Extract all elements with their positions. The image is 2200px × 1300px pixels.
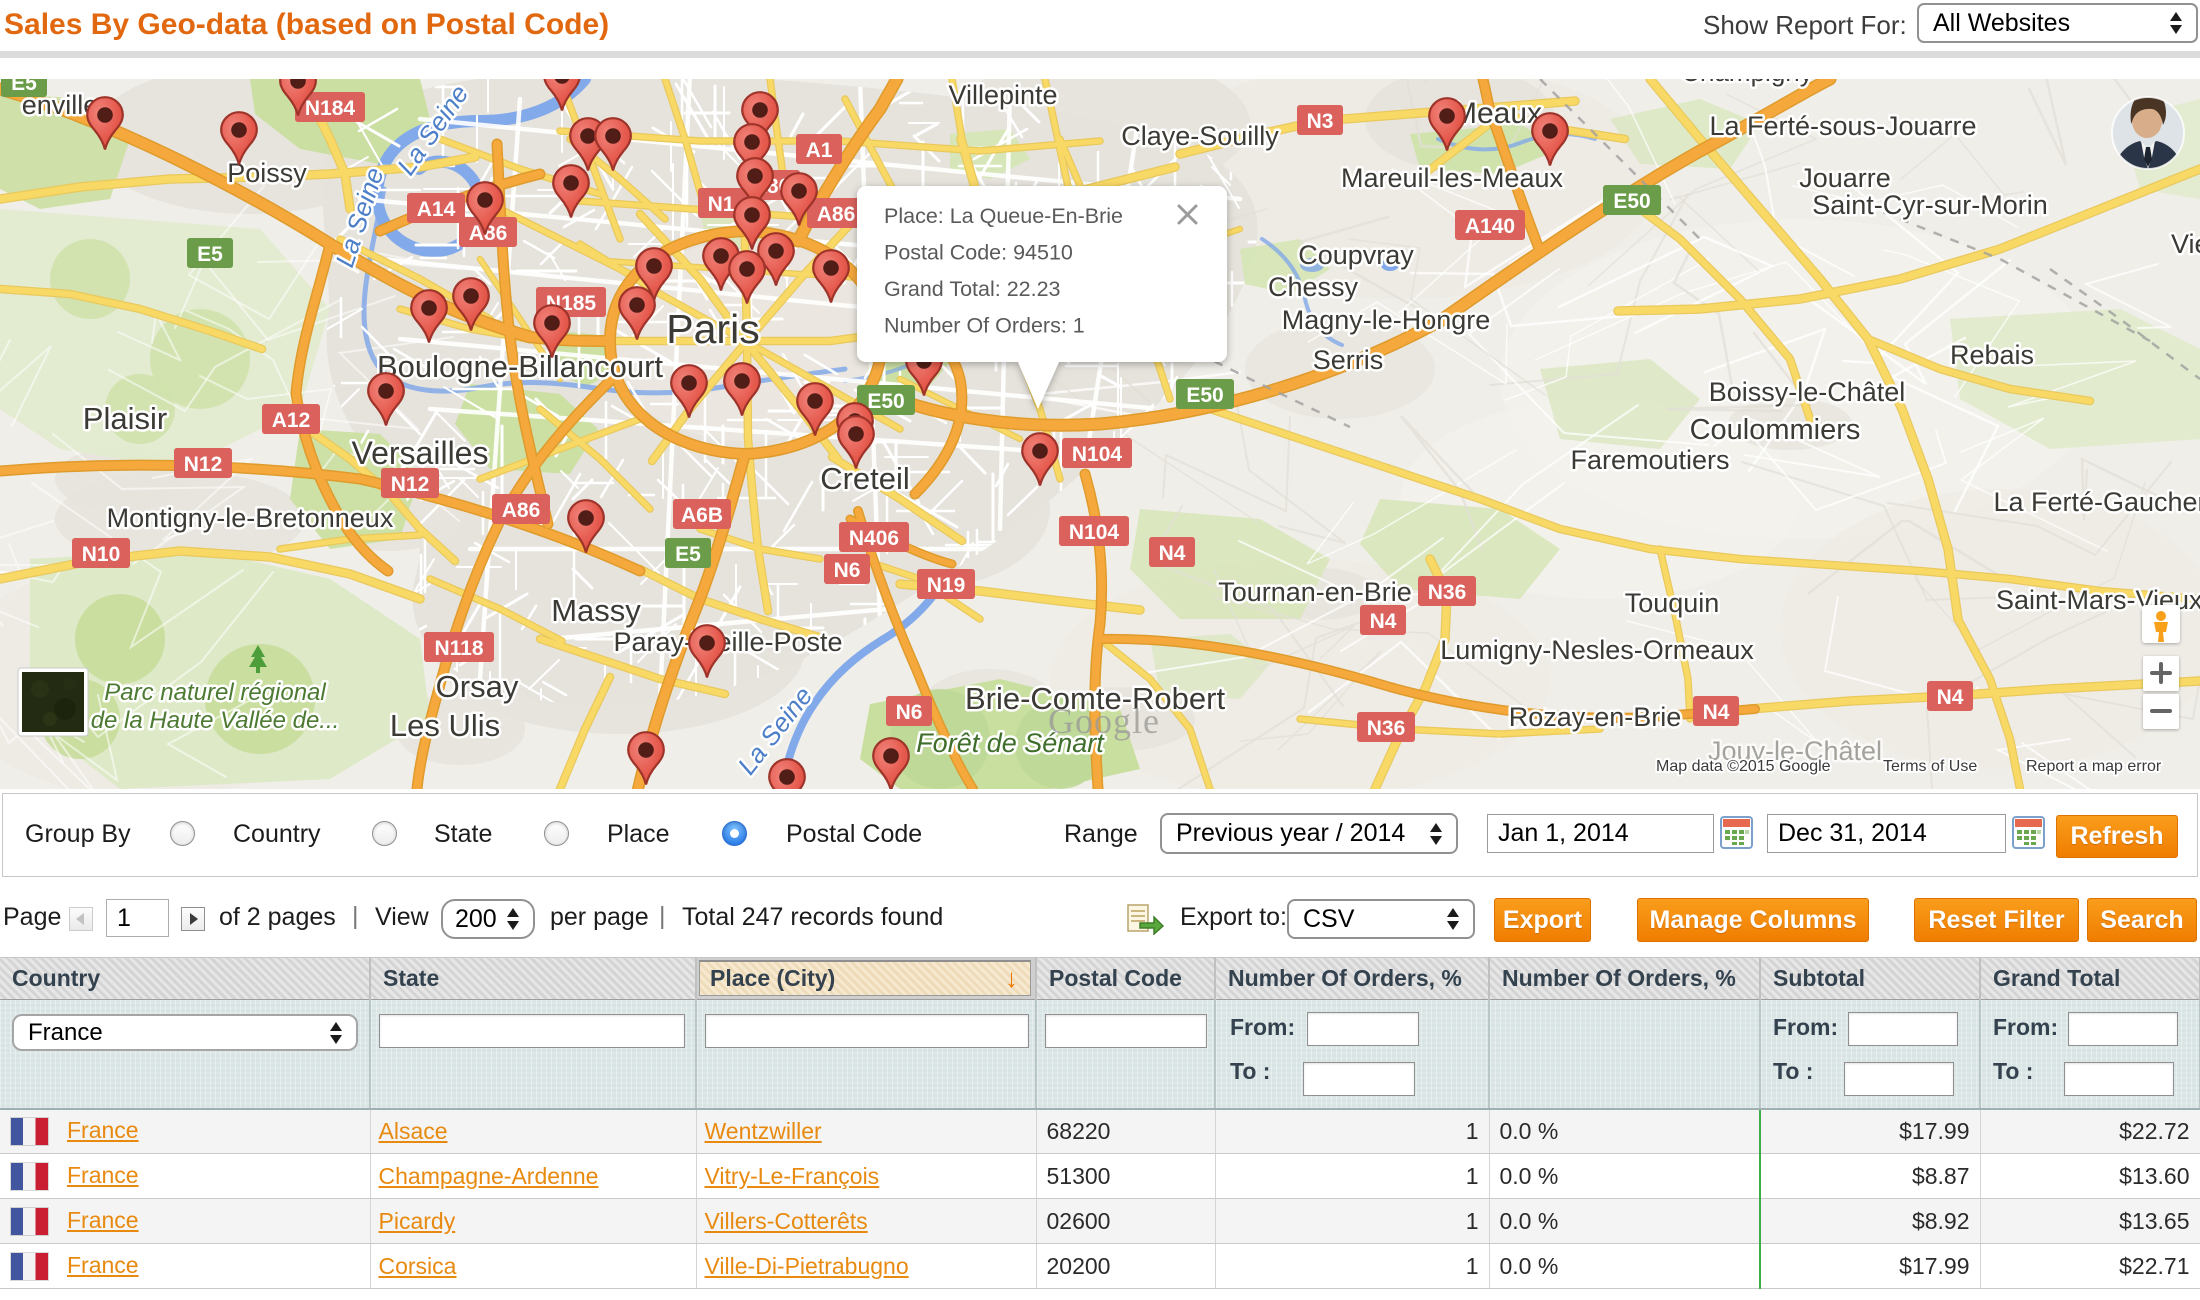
- svg-text:Chessy: Chessy: [1268, 272, 1359, 302]
- svg-text:E50: E50: [1613, 190, 1650, 213]
- svg-text:Tournan-en-Brie: Tournan-en-Brie: [1218, 577, 1412, 607]
- svg-text:Touquin: Touquin: [1625, 588, 1720, 618]
- svg-text:Les Ulis: Les Ulis: [390, 708, 500, 743]
- svg-text:Coulommiers: Coulommiers: [1690, 414, 1861, 446]
- svg-text:N36: N36: [1428, 581, 1467, 604]
- svg-text:Terms of Use: Terms of Use: [1883, 758, 1977, 775]
- svg-text:A140: A140: [1465, 215, 1515, 238]
- svg-text:La Ferté-Gaucher: La Ferté-Gaucher: [1993, 487, 2200, 517]
- svg-text:Saint-Cyr-sur-Morin: Saint-Cyr-sur-Morin: [1812, 190, 2048, 220]
- svg-text:A14: A14: [417, 198, 456, 221]
- svg-text:Boissy-le-Châtel: Boissy-le-Châtel: [1709, 377, 1906, 407]
- svg-text:N12: N12: [184, 453, 223, 476]
- svg-text:N4: N4: [1937, 686, 1964, 709]
- svg-text:de la Haute Vallée de...: de la Haute Vallée de...: [91, 707, 340, 734]
- svg-text:La Ferté-sous-Jouarre: La Ferté-sous-Jouarre: [1709, 111, 1976, 141]
- svg-text:Paray-Vieille-Poste: Paray-Vieille-Poste: [613, 627, 842, 657]
- svg-text:N184: N184: [305, 97, 356, 120]
- svg-text:N118: N118: [434, 637, 483, 660]
- svg-text:Place: La Queue-En-Brie: Place: La Queue-En-Brie: [884, 204, 1123, 228]
- svg-text:Report a map error: Report a map error: [2026, 758, 2162, 775]
- svg-text:Coupvray: Coupvray: [1298, 240, 1414, 270]
- svg-text:Rozay-en-Brie: Rozay-en-Brie: [1509, 702, 1682, 732]
- svg-text:Number Of Orders: 1: Number Of Orders: 1: [884, 314, 1085, 338]
- svg-text:Magny-le-Hongre: Magny-le-Hongre: [1282, 305, 1491, 335]
- svg-text:E50: E50: [1186, 384, 1223, 407]
- svg-text:Viels: Viels: [2171, 229, 2200, 259]
- svg-text:N12: N12: [391, 473, 430, 496]
- svg-text:E5: E5: [11, 79, 37, 95]
- svg-text:Map data ©2015 Google: Map data ©2015 Google: [1656, 758, 1831, 775]
- svg-text:N104: N104: [1069, 521, 1120, 544]
- svg-text:Rebais: Rebais: [1950, 340, 2034, 370]
- svg-text:N10: N10: [82, 543, 121, 566]
- svg-text:Creteil: Creteil: [820, 461, 910, 496]
- svg-text:E5: E5: [197, 243, 223, 266]
- svg-text:Paris: Paris: [666, 306, 759, 352]
- svg-text:N406: N406: [849, 527, 899, 550]
- svg-text:N6: N6: [896, 701, 923, 724]
- svg-text:Massy: Massy: [551, 593, 641, 628]
- svg-text:Claye-Souilly: Claye-Souilly: [1121, 121, 1279, 151]
- svg-text:Jouarre: Jouarre: [1799, 163, 1891, 193]
- svg-text:A86: A86: [502, 499, 541, 522]
- svg-text:Lumigny-Nesles-Ormeaux: Lumigny-Nesles-Ormeaux: [1440, 635, 1754, 665]
- svg-text:Grand Total: 22.23: Grand Total: 22.23: [884, 277, 1061, 301]
- svg-text:Orsay: Orsay: [436, 669, 519, 704]
- svg-text:Serris: Serris: [1313, 345, 1384, 375]
- svg-text:N4: N4: [1159, 542, 1186, 565]
- svg-text:Versailles: Versailles: [352, 435, 489, 471]
- svg-text:N6: N6: [834, 559, 861, 582]
- svg-text:N4: N4: [1370, 610, 1397, 633]
- svg-text:Google: Google: [1048, 701, 1160, 741]
- svg-text:Boulogne-Billancourt: Boulogne-Billancourt: [377, 349, 663, 384]
- svg-text:Mareuil-les-Meaux: Mareuil-les-Meaux: [1341, 163, 1564, 193]
- svg-text:N104: N104: [1072, 443, 1123, 466]
- svg-text:N4: N4: [1703, 701, 1730, 724]
- svg-text:A86: A86: [817, 203, 856, 226]
- svg-text:N3: N3: [1307, 110, 1334, 133]
- svg-text:Villepinte: Villepinte: [948, 80, 1057, 110]
- svg-text:Montigny-le-Bretonneux: Montigny-le-Bretonneux: [107, 503, 394, 533]
- svg-text:N19: N19: [927, 574, 966, 597]
- svg-text:Plaisir: Plaisir: [83, 401, 167, 436]
- svg-text:N1: N1: [708, 193, 735, 216]
- svg-text:Champigny: Champigny: [1681, 79, 1813, 87]
- svg-text:Postal Code: 94510: Postal Code: 94510: [884, 241, 1073, 265]
- svg-text:E5: E5: [675, 543, 701, 566]
- svg-text:Faremoutiers: Faremoutiers: [1570, 445, 1729, 475]
- svg-text:E50: E50: [867, 390, 904, 413]
- svg-text:A12: A12: [272, 409, 311, 432]
- svg-text:N36: N36: [1367, 717, 1406, 740]
- svg-text:A1: A1: [806, 139, 833, 162]
- svg-text:Parc naturel régional: Parc naturel régional: [104, 679, 326, 706]
- svg-text:A6B: A6B: [681, 504, 723, 527]
